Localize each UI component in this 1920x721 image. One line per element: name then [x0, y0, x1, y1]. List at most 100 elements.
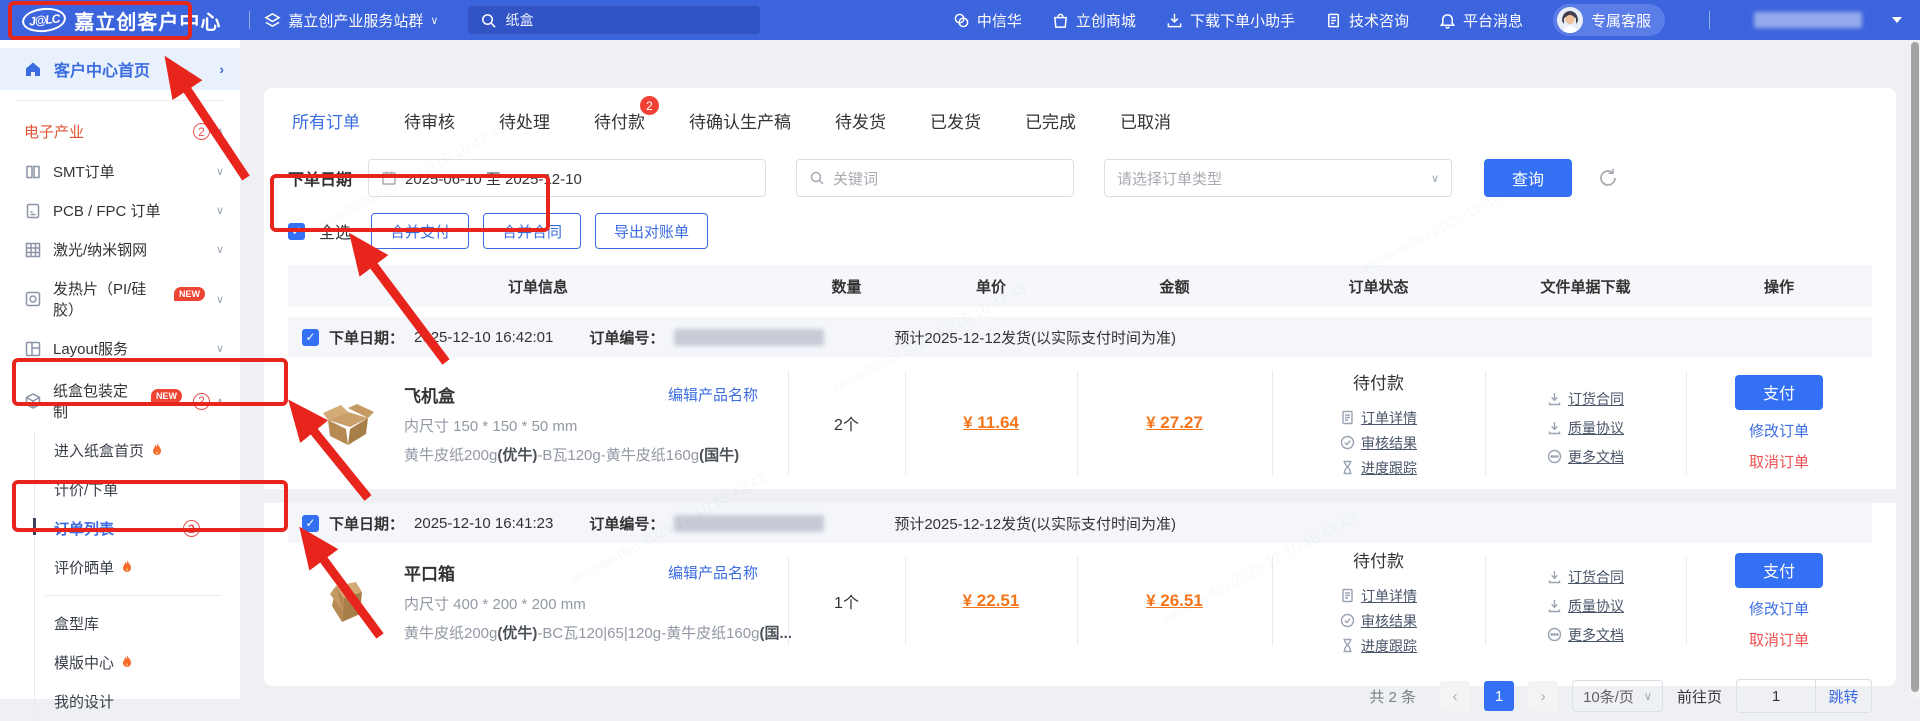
sidebar-group-electronics[interactable]: 电子产业 2 ∧ — [0, 111, 240, 152]
prev-page-button[interactable]: ‹ — [1440, 681, 1470, 711]
sidebar-item-template-center[interactable]: 模版中心 — [35, 643, 240, 682]
tab-pending-ship[interactable]: 待发货 — [835, 108, 886, 139]
purchase-contract-link[interactable]: 订货合同 — [1547, 389, 1624, 409]
site-group-menu[interactable]: 嘉立创产业服务站群 ∨ — [264, 10, 438, 31]
tab-pending-review[interactable]: 待审核 — [404, 108, 455, 139]
select-all-checkbox[interactable]: ✓ — [288, 223, 305, 240]
unit-price-link[interactable]: ¥ 11.64 — [963, 413, 1019, 433]
tab-confirm-artwork[interactable]: 待确认生产稿 — [689, 108, 791, 139]
sidebar-item-reviews[interactable]: 评价晒单 — [35, 548, 240, 587]
tab-all-orders[interactable]: 所有订单 — [292, 108, 360, 139]
order-checkbox[interactable]: ✓ — [302, 515, 319, 532]
nav-zhongxinhua[interactable]: 中信华 — [953, 10, 1022, 31]
scrollbar-track[interactable] — [1910, 40, 1920, 699]
sidebar-item-carton-home[interactable]: 进入纸盒首页 — [35, 431, 240, 470]
progress-track-link[interactable]: 进度跟踪 — [1340, 636, 1417, 656]
product-material: 黄牛皮纸200g(优牛)-B瓦120g-黄牛皮纸160g(国牛) — [404, 444, 784, 465]
app-logo[interactable]: J@LC 嘉立创客户中心 — [0, 6, 235, 35]
scrollbar-thumb[interactable] — [1911, 42, 1919, 692]
keyword-input[interactable]: 关键词 — [796, 159, 1074, 197]
sidebar-group-carton[interactable]: 纸盒包装定制 NEW 2 ∧ — [0, 368, 240, 431]
amount-link[interactable]: ¥ 26.51 — [1146, 591, 1203, 611]
merge-pay-button[interactable]: 合并支付 — [371, 213, 469, 249]
divider — [249, 11, 250, 29]
modify-order-link[interactable]: 修改订单 — [1749, 598, 1809, 619]
merge-contract-button[interactable]: 合并合同 — [483, 213, 581, 249]
search-input[interactable]: 纸盒 — [468, 6, 760, 34]
quality-agreement-link[interactable]: 质量协议 — [1547, 418, 1624, 438]
tab-completed[interactable]: 已完成 — [1025, 108, 1076, 139]
review-result-link[interactable]: 审核结果 — [1340, 611, 1417, 631]
nav-download-helper[interactable]: 下载下单小助手 — [1166, 10, 1295, 31]
purchase-contract-link[interactable]: 订货合同 — [1547, 567, 1624, 587]
chevron-down-icon: ∨ — [216, 293, 224, 306]
date-range-input[interactable]: 2025-06-10 至 2025-12-10 — [368, 159, 766, 197]
pay-button[interactable]: 支付 — [1735, 553, 1823, 588]
circle-check-icon — [1340, 435, 1355, 450]
service-label: 专属客服 — [1591, 10, 1651, 31]
sidebar-item-order-list[interactable]: 订单列表 2 — [35, 509, 240, 548]
more-documents-link[interactable]: 更多文档 — [1547, 447, 1624, 467]
sidebar-item-stencil[interactable]: 激光/纳米钢网 ∨ — [0, 230, 240, 269]
document-icon — [1340, 410, 1355, 425]
review-result-link[interactable]: 审核结果 — [1340, 433, 1417, 453]
page-size-select[interactable]: 10条/页 ∨ — [1572, 680, 1663, 712]
order-checkbox[interactable]: ✓ — [302, 329, 319, 346]
order-no-label: 订单编号： — [589, 513, 664, 534]
pay-button[interactable]: 支付 — [1735, 375, 1823, 410]
cancel-order-link[interactable]: 取消订单 — [1749, 629, 1809, 650]
unit-price-link[interactable]: ¥ 22.51 — [963, 591, 1020, 611]
order-type-select[interactable]: 请选择订单类型 ∨ — [1104, 159, 1452, 197]
next-page-button[interactable]: › — [1528, 681, 1558, 711]
product-thumbnail[interactable] — [320, 394, 378, 452]
nav-tech-support[interactable]: 技术咨询 — [1325, 10, 1409, 31]
order-status-tabs: 所有订单 待审核 待处理 待付款 2 待确认生产稿 待发货 已发货 已完成 已取… — [288, 88, 1872, 139]
nav-mall[interactable]: 立创商城 — [1052, 10, 1136, 31]
current-page[interactable]: 1 — [1484, 681, 1514, 711]
export-statement-button[interactable]: 导出对账单 — [595, 213, 708, 249]
sidebar-item-box-library[interactable]: 盒型库 — [35, 604, 240, 643]
product-cell: 飞机盒 编辑产品名称 内尺寸 150 * 150 * 50 mm 黄牛皮纸200… — [288, 357, 788, 489]
sidebar-item-home[interactable]: 客户中心首页 › — [0, 48, 240, 90]
tab-shipped[interactable]: 已发货 — [930, 108, 981, 139]
sidebar-item-layout-service[interactable]: Layout服务 ∨ — [0, 329, 240, 368]
order-date-label: 下单日期： — [329, 513, 404, 534]
account-caret-icon[interactable] — [1892, 17, 1902, 23]
tab-cancelled[interactable]: 已取消 — [1120, 108, 1171, 139]
edit-product-name-link[interactable]: 编辑产品名称 — [668, 384, 758, 405]
tab-pending-payment[interactable]: 待付款 2 — [594, 108, 645, 139]
qty-value: 2个 — [834, 411, 859, 435]
count-badge: 2 — [193, 123, 210, 140]
sidebar-item-quote-order[interactable]: 计价/下单 — [35, 470, 240, 509]
item-label: 订单列表 — [54, 518, 114, 539]
refresh-icon[interactable] — [1596, 166, 1620, 190]
hot-flame-icon — [120, 560, 134, 575]
edit-product-name-link[interactable]: 编辑产品名称 — [668, 562, 758, 583]
cancel-order-link[interactable]: 取消订单 — [1749, 451, 1809, 472]
progress-track-link[interactable]: 进度跟踪 — [1340, 458, 1417, 478]
search-button[interactable]: 查询 — [1484, 159, 1572, 197]
jump-button[interactable]: 跳转 — [1815, 680, 1871, 712]
dedicated-service-button[interactable]: 专属客服 — [1553, 4, 1665, 36]
sidebar-item-my-designs[interactable]: 我的设计 — [35, 682, 240, 721]
chevron-down-icon: ∨ — [216, 165, 224, 178]
account-name-redacted[interactable] — [1754, 12, 1862, 28]
order-header-row: ✓ 下单日期： 2025-12-10 16:42:01 订单编号： 预计2025… — [288, 317, 1872, 357]
actions-cell: 支付 修改订单 取消订单 — [1686, 543, 1872, 659]
quality-agreement-link[interactable]: 质量协议 — [1547, 596, 1624, 616]
sidebar-item-smt-orders[interactable]: SMT订单 ∨ — [0, 152, 240, 191]
modify-order-link[interactable]: 修改订单 — [1749, 420, 1809, 441]
goto-page-input[interactable]: 1 — [1737, 688, 1815, 705]
order-detail-link[interactable]: 订单详情 — [1340, 586, 1417, 606]
nav-platform-messages[interactable]: 平台消息 — [1439, 10, 1523, 31]
divider — [45, 595, 222, 596]
product-thumbnail[interactable] — [320, 572, 378, 630]
sidebar-item-pcb-fpc-orders[interactable]: PCB / FPC 订单 ∨ — [0, 191, 240, 230]
amount-link[interactable]: ¥ 27.27 — [1146, 413, 1203, 433]
hot-flame-icon — [150, 443, 164, 458]
more-documents-link[interactable]: 更多文档 — [1547, 625, 1624, 645]
sidebar-item-heater-film[interactable]: 发热片（PI/硅胶） NEW ∨ — [0, 269, 240, 329]
status-text: 待付款 — [1353, 369, 1404, 394]
tab-pending-process[interactable]: 待处理 — [499, 108, 550, 139]
order-detail-link[interactable]: 订单详情 — [1340, 408, 1417, 428]
